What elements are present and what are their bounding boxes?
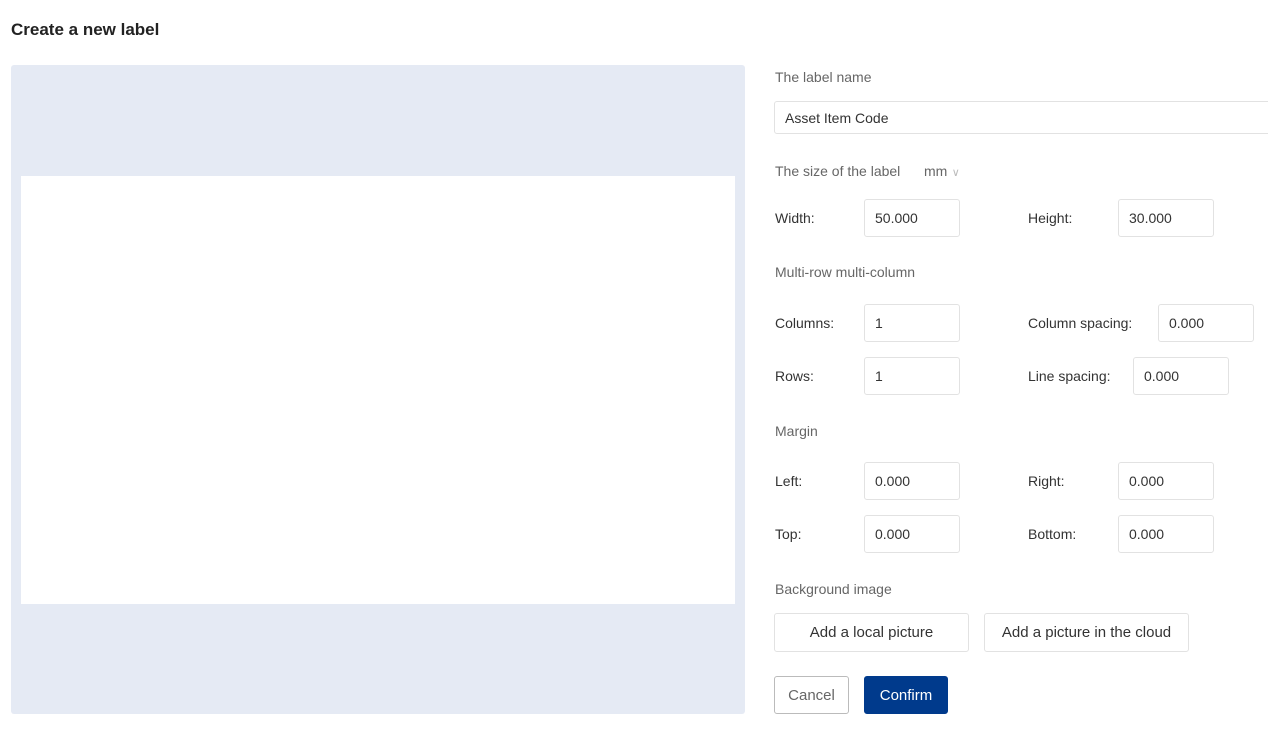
line-spacing-input[interactable] bbox=[1133, 357, 1229, 395]
confirm-button[interactable]: Confirm bbox=[864, 676, 948, 714]
line-spacing-label: Line spacing: bbox=[1028, 368, 1111, 384]
label-size-heading: The size of the label bbox=[775, 163, 901, 179]
left-margin-label: Left: bbox=[775, 473, 803, 489]
right-margin-input[interactable] bbox=[1118, 462, 1214, 500]
add-local-picture-button[interactable]: Add a local picture bbox=[774, 613, 969, 652]
column-spacing-input[interactable] bbox=[1158, 304, 1254, 342]
rows-label: Rows: bbox=[775, 368, 814, 384]
height-label: Height: bbox=[1028, 210, 1073, 226]
margin-heading: Margin bbox=[775, 423, 818, 439]
label-canvas[interactable] bbox=[21, 176, 735, 604]
chevron-down-icon: ∨ bbox=[951, 167, 960, 179]
background-image-heading: Background image bbox=[775, 581, 892, 597]
column-spacing-label: Column spacing: bbox=[1028, 315, 1133, 331]
label-name-heading: The label name bbox=[775, 69, 872, 85]
cancel-button[interactable]: Cancel bbox=[774, 676, 849, 714]
columns-label: Columns: bbox=[775, 315, 835, 331]
width-input[interactable] bbox=[864, 199, 960, 237]
height-input[interactable] bbox=[1118, 199, 1214, 237]
columns-input[interactable] bbox=[864, 304, 960, 342]
label-name-input[interactable] bbox=[774, 101, 1268, 134]
width-label: Width: bbox=[775, 210, 815, 226]
left-margin-input[interactable] bbox=[864, 462, 960, 500]
top-margin-input[interactable] bbox=[864, 515, 960, 553]
grid-heading: Multi-row multi-column bbox=[775, 264, 916, 280]
unit-value: mm bbox=[924, 163, 948, 179]
top-margin-label: Top: bbox=[775, 526, 802, 542]
bottom-margin-input[interactable] bbox=[1118, 515, 1214, 553]
right-margin-label: Right: bbox=[1028, 473, 1065, 489]
unit-select[interactable]: mm ∨ bbox=[924, 163, 960, 181]
add-cloud-picture-button[interactable]: Add a picture in the cloud bbox=[984, 613, 1189, 652]
bottom-margin-label: Bottom: bbox=[1028, 526, 1077, 542]
page-title: Create a new label bbox=[11, 20, 160, 39]
rows-input[interactable] bbox=[864, 357, 960, 395]
